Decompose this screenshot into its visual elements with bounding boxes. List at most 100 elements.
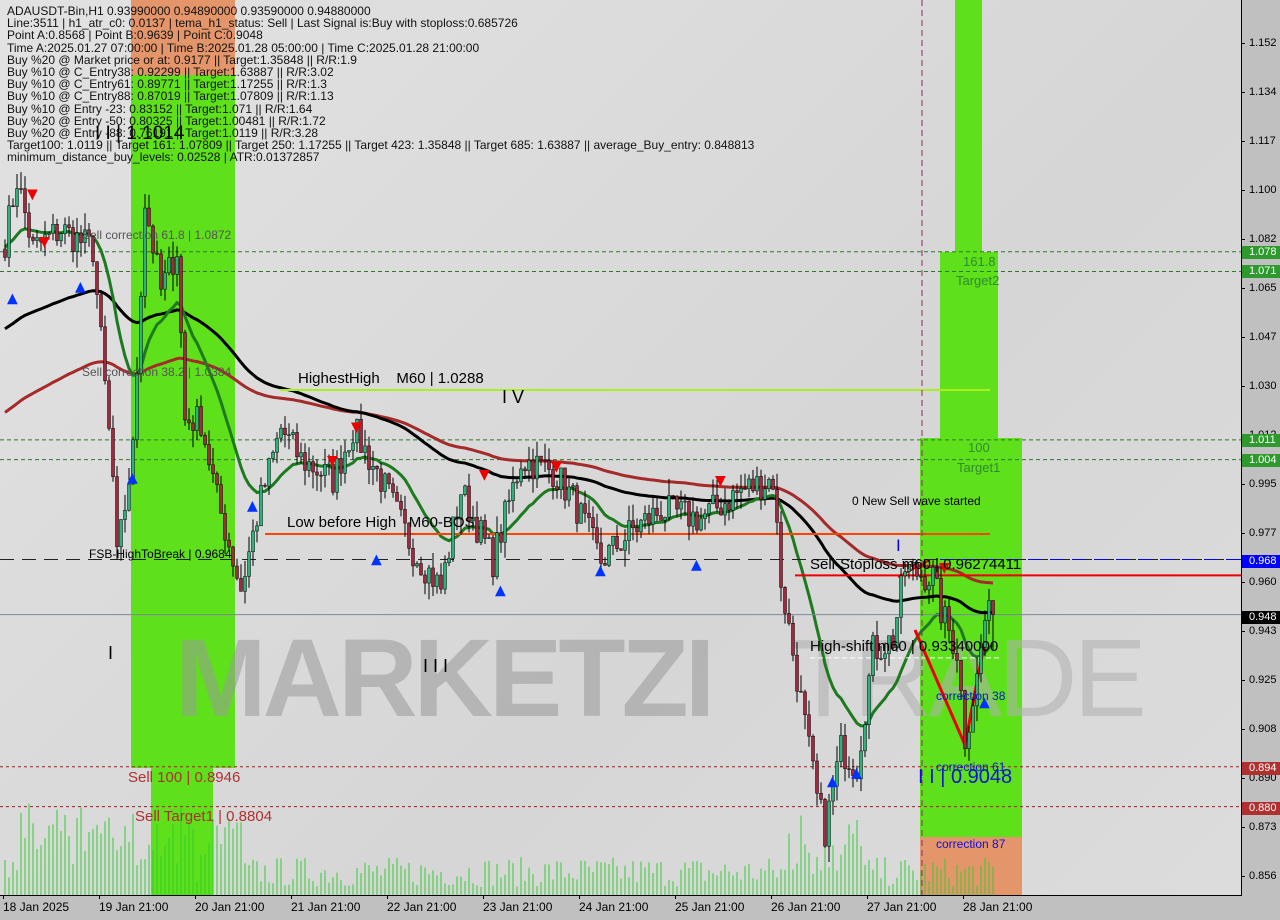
- candle-body: [867, 675, 871, 725]
- candle-body: [491, 537, 495, 578]
- candle-body: [215, 473, 219, 485]
- price-tick-label: 0.960: [1241, 576, 1277, 588]
- info-line: minimum_distance_buy_levels: 0.02528 | A…: [7, 150, 320, 165]
- candle-body: [11, 205, 15, 208]
- candle-body: [639, 519, 643, 533]
- candle-body: [587, 512, 591, 518]
- candle-body: [663, 517, 667, 521]
- candle-body: [135, 373, 139, 441]
- sell-arrow-icon: ▼: [327, 453, 338, 469]
- price-tick-label: 0.908: [1241, 723, 1277, 735]
- wave-i-right-label: I: [896, 536, 901, 555]
- candle-body: [767, 478, 771, 490]
- time-tick-label: 18 Jan 2025: [3, 895, 70, 914]
- info-line: Buy %10 @ Entry -23: 0.83152 || Target:1…: [7, 101, 313, 116]
- time-tick-label: 21 Jan 21:00: [291, 895, 361, 914]
- target2-label: Target2: [956, 273, 1000, 288]
- candle-body: [643, 513, 647, 521]
- candle-body: [271, 451, 275, 459]
- wave-i-label: I: [108, 643, 114, 663]
- chart-plot-area[interactable]: MARKETZI TRADE ▲ ▲ ▲ ▲ ▲ ▲ ▲ ▲ ▲ ▲ ▲ ▼ ▼ ▼ ▼ ▼ ▼ ▼ ▼ ADAUS…: [0, 0, 1242, 896]
- info-line: Buy %10 @ C_Entry88: 0.87019 || Target:1…: [7, 89, 334, 104]
- candle-body: [367, 445, 371, 470]
- candle-body: [531, 459, 535, 480]
- candle-body: [195, 406, 199, 431]
- candle-body: [563, 467, 567, 501]
- candle-body: [711, 494, 715, 505]
- candle-body: [487, 537, 491, 539]
- candle-body: [731, 490, 735, 511]
- candle-body: [147, 207, 151, 227]
- candle-body: [279, 427, 283, 439]
- candle-body: [991, 600, 995, 615]
- candle-body: [803, 691, 807, 716]
- candle-body: [255, 525, 259, 532]
- candle-body: [967, 731, 971, 749]
- candle-body: [511, 482, 515, 501]
- candle-body: [695, 511, 699, 531]
- low-before-high-label: Low before High M60-BOS: [287, 514, 475, 531]
- candle-body: [383, 473, 387, 492]
- candle-body: [263, 484, 267, 487]
- price-tick-label: 1.134: [1241, 86, 1277, 98]
- candle-body: [363, 445, 367, 453]
- candle-body: [251, 530, 255, 552]
- candle-body: [719, 507, 723, 516]
- candle-body: [223, 513, 227, 541]
- buy-arrow-icon: ▲: [75, 279, 86, 295]
- candle-body: [543, 459, 547, 462]
- candle-body: [623, 540, 627, 551]
- candle-body: [499, 532, 503, 543]
- fsb-high-label: FSB-HighToBreak | 0.9684: [89, 547, 232, 561]
- candle-body: [7, 205, 11, 258]
- candle-body: [599, 542, 603, 564]
- candle-body: [27, 212, 31, 238]
- candle-body: [51, 224, 55, 234]
- target2-level-label: 161.8: [963, 254, 996, 269]
- candle-body: [627, 520, 631, 541]
- candle-body: [751, 478, 755, 492]
- time-tick-label: 24 Jan 21:00: [579, 895, 649, 914]
- candle-body: [755, 476, 759, 492]
- candle-body: [691, 511, 695, 527]
- candle-body: [175, 256, 179, 275]
- candle-body: [387, 473, 391, 485]
- candle-body: [295, 432, 299, 458]
- buy-arrow-icon: ▲: [595, 563, 606, 579]
- indicator-info-panel: ADAUSDT-Bin,H1 0.93990000 0.94890000 0.9…: [7, 5, 754, 165]
- candle-body: [739, 488, 743, 493]
- candle-body: [431, 567, 435, 587]
- buy-arrow-icon: ▲: [127, 470, 138, 486]
- candle-body: [971, 705, 975, 733]
- candle-body: [727, 503, 731, 511]
- candle-body: [351, 442, 355, 451]
- sell-arrow-icon: ▼: [551, 459, 562, 475]
- candle-body: [203, 435, 207, 445]
- candle-body: [495, 532, 499, 578]
- candle-body: [759, 476, 763, 500]
- time-tick-label: 20 Jan 21:00: [195, 895, 265, 914]
- candle-body: [475, 516, 479, 543]
- candle-body: [119, 519, 123, 548]
- price-tag: 0.948: [1242, 610, 1280, 624]
- wave-iv-label: I V: [502, 387, 525, 407]
- candle-body: [207, 444, 211, 466]
- time-tick-label: 19 Jan 21:00: [99, 895, 169, 914]
- candle-body: [267, 458, 271, 487]
- candle-body: [843, 735, 847, 769]
- candle-body: [303, 452, 307, 471]
- candle-body: [763, 488, 767, 500]
- candle-body: [667, 495, 671, 518]
- candle-body: [579, 503, 583, 524]
- candle-body: [923, 576, 927, 591]
- candle-body: [199, 406, 203, 436]
- candle-body: [607, 545, 611, 566]
- correction-87-label: correction 87: [936, 837, 1006, 851]
- target1-level-label: 100: [968, 440, 990, 455]
- sell-arrow-icon: ▼: [39, 234, 50, 250]
- price-tick-label: 0.856: [1241, 870, 1277, 882]
- highest-high-label: HighestHigh M60 | 1.0288: [298, 370, 484, 387]
- candle-body: [807, 714, 811, 737]
- candle-body: [139, 296, 143, 374]
- candle-body: [55, 224, 59, 242]
